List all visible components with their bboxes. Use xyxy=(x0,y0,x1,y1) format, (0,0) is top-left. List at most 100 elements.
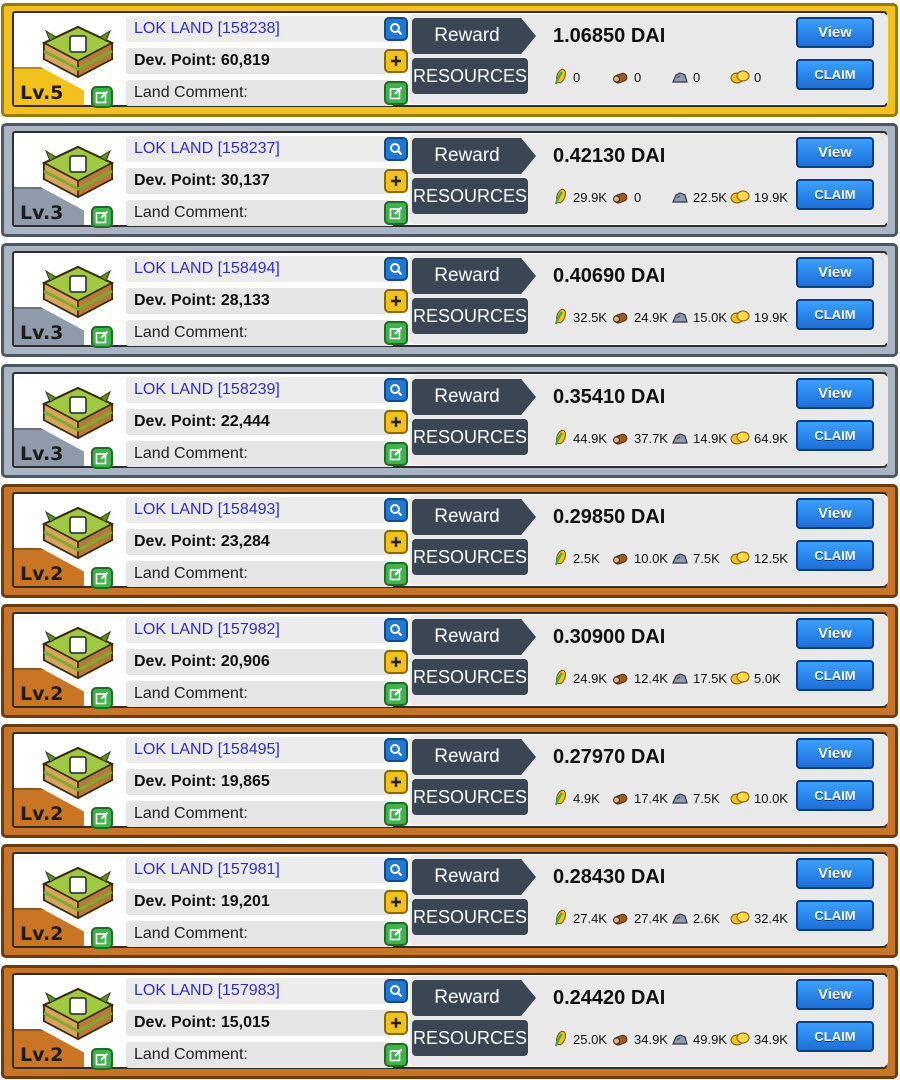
claim-button[interactable]: CLAIM xyxy=(796,660,874,691)
resources-label: RESOURCES xyxy=(412,659,528,695)
resources-label: RESOURCES xyxy=(412,58,528,94)
edit-icon xyxy=(95,1052,109,1066)
land-comment-label: Land Comment: xyxy=(134,925,248,942)
resource-gold-value: 19.9K xyxy=(754,309,788,325)
land-edit-button[interactable] xyxy=(91,447,113,469)
claim-button[interactable]: CLAIM xyxy=(796,780,874,811)
land-edit-button[interactable] xyxy=(91,1048,113,1070)
edit-comment-button[interactable] xyxy=(384,562,408,586)
magnifier-icon xyxy=(390,624,403,637)
resource-corn-value: 4.9K xyxy=(573,790,600,806)
search-button[interactable] xyxy=(384,378,408,402)
add-dev-point-button[interactable] xyxy=(384,770,408,794)
claim-button[interactable]: CLAIM xyxy=(796,900,874,931)
resource-corn: 2.5K xyxy=(553,547,600,569)
search-button[interactable] xyxy=(384,858,408,882)
reward-label: Reward xyxy=(412,980,536,1016)
land-edit-button[interactable] xyxy=(91,687,113,709)
claim-button[interactable]: CLAIM xyxy=(796,59,874,90)
reward-value: 0.29850 DAI xyxy=(553,506,666,528)
land-edit-button[interactable] xyxy=(91,326,113,348)
search-button[interactable] xyxy=(384,498,408,522)
land-tile-icon xyxy=(41,265,115,319)
view-button[interactable]: View xyxy=(796,378,874,409)
edit-comment-button[interactable] xyxy=(384,802,408,826)
edit-icon xyxy=(389,447,403,461)
land-card-body: Lv.2 LOK LAND [158493] Dev. Point: 23,28… xyxy=(12,492,888,589)
search-button[interactable] xyxy=(384,738,408,762)
add-dev-point-button[interactable] xyxy=(384,289,408,313)
resource-stone: 49.9K xyxy=(671,1028,727,1050)
view-button[interactable]: View xyxy=(796,979,874,1010)
claim-button[interactable]: CLAIM xyxy=(796,420,874,451)
reward-value: 1.06850 DAI xyxy=(553,25,666,47)
land-edit-button[interactable] xyxy=(91,567,113,589)
resource-wood: 34.9K xyxy=(612,1028,668,1050)
edit-comment-button[interactable] xyxy=(384,682,408,706)
land-tile-icon xyxy=(41,866,115,920)
resource-gold: 12.5K xyxy=(730,547,788,569)
level-label: Lv.3 xyxy=(20,443,64,465)
edit-comment-button[interactable] xyxy=(384,1043,408,1067)
add-dev-point-button[interactable] xyxy=(384,169,408,193)
edit-icon xyxy=(95,931,109,945)
search-button[interactable] xyxy=(384,979,408,1003)
claim-button[interactable]: CLAIM xyxy=(796,1021,874,1052)
land-name: LOK LAND [158239] xyxy=(134,381,280,398)
search-button[interactable] xyxy=(384,257,408,281)
stone-icon xyxy=(672,793,688,804)
resource-gold-value: 32.4K xyxy=(754,910,788,926)
claim-button[interactable]: CLAIM xyxy=(796,540,874,571)
land-name: LOK LAND [158238] xyxy=(134,20,280,37)
land-edit-button[interactable] xyxy=(91,927,113,949)
edit-comment-button[interactable] xyxy=(384,442,408,466)
land-edit-button[interactable] xyxy=(91,86,113,108)
edit-comment-button[interactable] xyxy=(384,201,408,225)
resource-stone-value: 0 xyxy=(693,69,701,85)
search-button[interactable] xyxy=(384,137,408,161)
stone-icon xyxy=(672,433,688,444)
land-name: LOK LAND [158495] xyxy=(134,741,280,758)
reward-label: Reward xyxy=(412,739,536,775)
gold-coin-icon xyxy=(730,310,750,324)
edit-comment-button[interactable] xyxy=(384,321,408,345)
add-dev-point-button[interactable] xyxy=(384,650,408,674)
search-button[interactable] xyxy=(384,618,408,642)
edit-comment-button[interactable] xyxy=(384,922,408,946)
resource-gold-value: 34.9K xyxy=(754,1031,788,1047)
land-tile-icon xyxy=(41,145,115,199)
resource-gold-value: 19.9K xyxy=(754,189,788,205)
add-dev-point-button[interactable] xyxy=(384,49,408,73)
dev-point-value: Dev. Point: 15,015 xyxy=(134,1014,270,1031)
magnifier-icon xyxy=(390,864,403,877)
plus-icon xyxy=(391,56,401,66)
resource-corn-value: 44.9K xyxy=(573,430,607,446)
add-dev-point-button[interactable] xyxy=(384,1011,408,1035)
land-comment-row: Land Comment: xyxy=(126,200,408,226)
land-edit-button[interactable] xyxy=(91,206,113,228)
view-button[interactable]: View xyxy=(796,137,874,168)
reward-label: Reward xyxy=(412,499,536,535)
claim-button[interactable]: CLAIM xyxy=(796,179,874,210)
edit-comment-button[interactable] xyxy=(384,81,408,105)
add-dev-point-button[interactable] xyxy=(384,530,408,554)
view-button[interactable]: View xyxy=(796,738,874,769)
view-button[interactable]: View xyxy=(796,17,874,48)
add-dev-point-button[interactable] xyxy=(384,410,408,434)
gold-coin-icon xyxy=(730,70,750,84)
view-button[interactable]: View xyxy=(796,858,874,889)
view-button[interactable]: View xyxy=(796,257,874,288)
claim-button[interactable]: CLAIM xyxy=(796,299,874,330)
stone-icon xyxy=(672,913,688,924)
land-edit-button[interactable] xyxy=(91,807,113,829)
dev-point-value: Dev. Point: 28,133 xyxy=(134,292,270,309)
add-dev-point-button[interactable] xyxy=(384,890,408,914)
view-button[interactable]: View xyxy=(796,618,874,649)
plus-icon xyxy=(391,1018,401,1028)
gold-coin-icon xyxy=(730,671,750,685)
search-button[interactable] xyxy=(384,17,408,41)
land-card: Lv.3 LOK LAND [158237] Dev. Point: 30,13… xyxy=(1,123,898,237)
land-tile-icon xyxy=(41,386,115,440)
view-button[interactable]: View xyxy=(796,498,874,529)
land-name: LOK LAND [157981] xyxy=(134,861,280,878)
